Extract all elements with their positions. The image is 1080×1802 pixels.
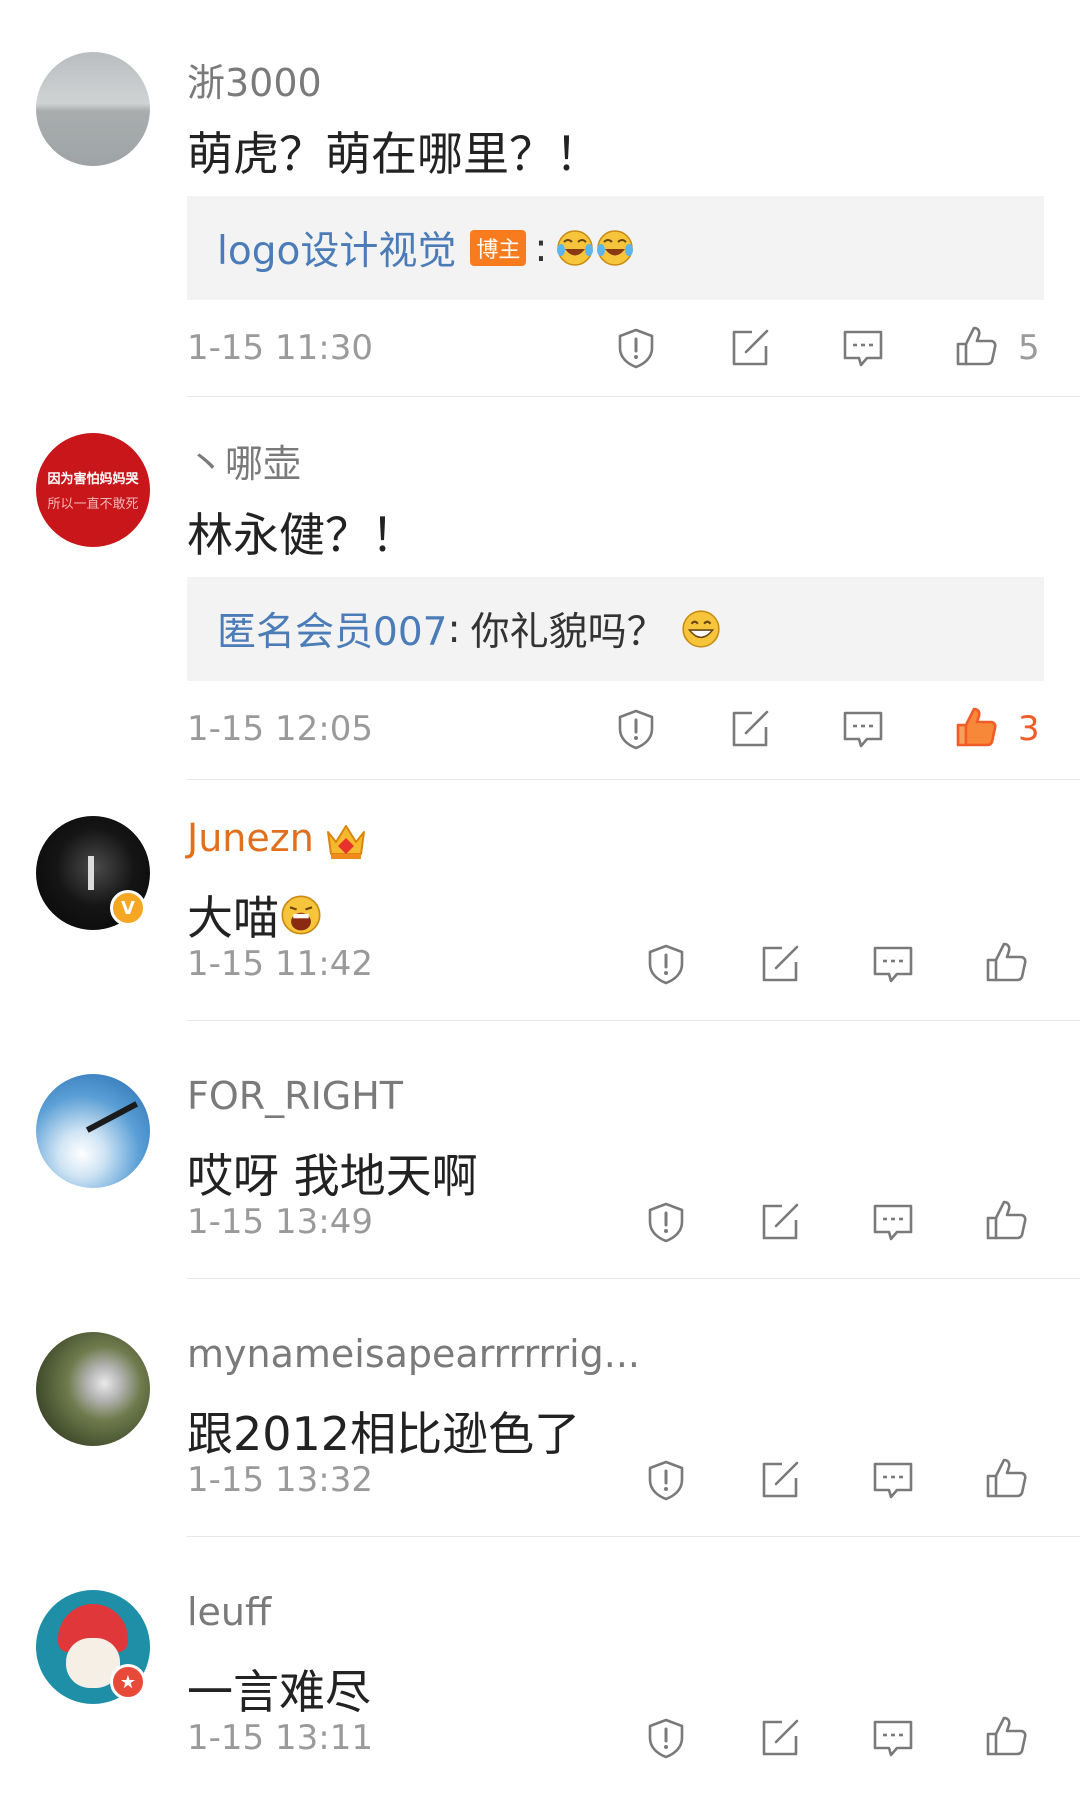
comment-icon[interactable] <box>871 942 915 986</box>
report-icon[interactable] <box>614 707 658 751</box>
avatar[interactable] <box>36 1074 150 1188</box>
like-count: 5 <box>1018 328 1040 368</box>
report-icon[interactable] <box>644 1716 688 1760</box>
comment-text: 一言难尽 <box>187 1665 371 1719</box>
reply-box[interactable]: 匿名会员007 : 你礼貌吗？ <box>187 577 1044 681</box>
share-icon[interactable] <box>758 1458 802 1502</box>
username[interactable]: leuff <box>187 1590 271 1634</box>
divider <box>187 1536 1080 1537</box>
divider <box>187 779 1080 780</box>
comment-icon[interactable] <box>871 1200 915 1244</box>
avatar-figure <box>88 856 94 890</box>
comment-text: 跟2012相比逊色了 <box>187 1407 581 1461</box>
reply-separator: : <box>447 606 461 652</box>
divider <box>187 1020 1080 1021</box>
comment-text: 萌虎？萌在哪里？！ <box>187 127 601 181</box>
report-icon[interactable] <box>644 1200 688 1244</box>
like-icon-active[interactable] <box>954 705 998 749</box>
divider <box>187 1278 1080 1279</box>
report-icon[interactable] <box>644 942 688 986</box>
username[interactable]: FOR_RIGHT <box>187 1074 403 1118</box>
like-icon[interactable] <box>984 1456 1028 1500</box>
comment-icon[interactable] <box>841 707 885 751</box>
share-icon[interactable] <box>728 326 772 370</box>
share-icon[interactable] <box>758 1716 802 1760</box>
like-icon[interactable] <box>984 940 1028 984</box>
avatar[interactable] <box>36 1332 150 1446</box>
report-icon[interactable] <box>644 1458 688 1502</box>
comment-icon[interactable] <box>841 326 885 370</box>
comment-time: 1-15 13:49 <box>187 1202 373 1242</box>
like-count: 3 <box>1018 709 1040 749</box>
comment-icon[interactable] <box>871 1458 915 1502</box>
comment-time: 1-15 13:11 <box>187 1718 373 1758</box>
username[interactable]: 丶哪壶 <box>187 433 301 488</box>
comment-time: 1-15 11:42 <box>187 944 373 984</box>
divider <box>187 396 1080 397</box>
username[interactable]: Junezn <box>187 816 314 860</box>
like-icon[interactable] <box>954 324 998 368</box>
share-icon[interactable] <box>728 707 772 751</box>
crown-icon <box>327 825 365 859</box>
laugh-cry-emoji <box>555 228 595 268</box>
share-icon[interactable] <box>758 1200 802 1244</box>
like-icon[interactable] <box>984 1714 1028 1758</box>
username[interactable]: 浙3000 <box>187 52 322 107</box>
comment-time: 1-15 13:32 <box>187 1460 373 1500</box>
reply-text: 你礼貌吗？ <box>470 610 666 655</box>
share-icon[interactable] <box>758 942 802 986</box>
shout-emoji <box>279 893 323 937</box>
comment-text-value: 大喵 <box>187 891 279 945</box>
reply-author[interactable]: 匿名会员007 <box>217 601 447 657</box>
reply-box[interactable]: logo设计视觉 博主 : <box>187 196 1044 300</box>
avatar-text: 所以一直不敢死 <box>47 497 139 512</box>
comment-time: 1-15 11:30 <box>187 328 373 368</box>
comment-text: 大喵 <box>187 882 323 948</box>
avatar[interactable] <box>36 52 150 166</box>
username[interactable]: mynameisapearrrrrrig... <box>187 1332 640 1376</box>
comment-time: 1-15 12:05 <box>187 709 373 749</box>
grin-emoji <box>680 608 722 650</box>
avatar-bird <box>85 1101 139 1133</box>
verified-badge: V <box>110 890 146 926</box>
reply-separator: : <box>534 225 548 271</box>
star-badge: ★ <box>110 1664 146 1700</box>
avatar[interactable]: 因为害怕妈妈哭 所以一直不敢死 <box>36 433 150 547</box>
comment-text: 哎呀 我地天啊 <box>187 1149 478 1203</box>
host-tag: 博主 <box>470 230 527 266</box>
report-icon[interactable] <box>614 326 658 370</box>
like-icon[interactable] <box>984 1198 1028 1242</box>
comment-icon[interactable] <box>871 1716 915 1760</box>
avatar-text: 因为害怕妈妈哭 <box>47 472 139 487</box>
comment-text: 林永健？！ <box>187 508 417 562</box>
laugh-cry-emoji <box>595 228 635 268</box>
reply-author[interactable]: logo设计视觉 <box>217 220 456 276</box>
